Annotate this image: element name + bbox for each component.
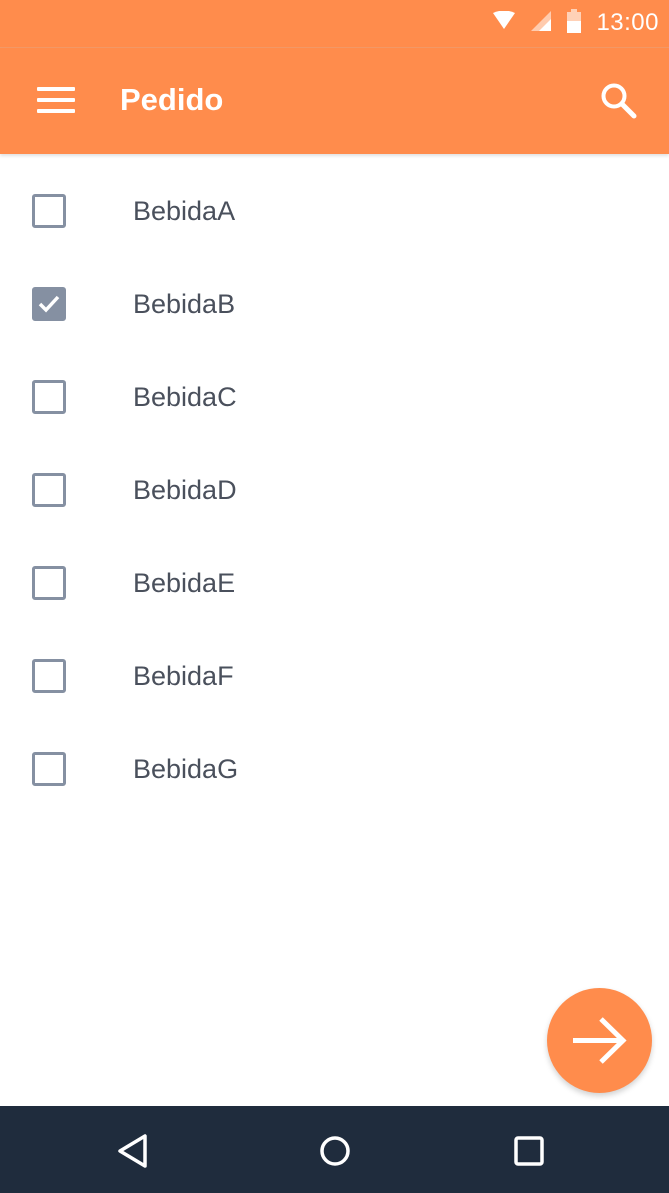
checkbox[interactable] (32, 473, 66, 507)
search-icon[interactable] (599, 81, 639, 121)
list-item[interactable]: BebidaB (0, 258, 669, 351)
checkbox[interactable] (32, 194, 66, 228)
arrow-forward-icon (573, 1017, 627, 1064)
menu-icon[interactable] (37, 85, 77, 115)
status-time: 13:00 (596, 9, 659, 36)
item-label: BebidaF (133, 661, 234, 691)
status-bar: 13:00 (0, 0, 669, 48)
item-label: BebidaE (133, 568, 236, 598)
item-label: BebidaB (133, 289, 236, 319)
list-item[interactable]: BebidaE (0, 537, 669, 630)
checkbox[interactable] (32, 659, 66, 693)
item-label: BebidaG (133, 754, 239, 784)
battery-icon (566, 8, 582, 38)
recents-icon[interactable] (507, 1129, 551, 1173)
back-icon[interactable] (112, 1129, 156, 1173)
home-icon[interactable] (313, 1129, 357, 1173)
item-label: BebidaC (133, 382, 237, 412)
list-item[interactable]: BebidaG (0, 723, 669, 816)
wifi-icon (492, 10, 516, 36)
list-item[interactable]: BebidaF (0, 630, 669, 723)
screen: 13:00 Pedido BebidaA BebidaB BebidaC Beb… (0, 0, 669, 1193)
list-item[interactable]: BebidaC (0, 351, 669, 444)
checkbox[interactable] (32, 287, 66, 321)
list-item[interactable]: BebidaA (0, 165, 669, 258)
app-bar: Pedido (0, 48, 669, 154)
system-nav-bar (0, 1106, 669, 1193)
checkbox[interactable] (32, 380, 66, 414)
status-icons: 13:00 (492, 0, 659, 46)
drink-list: BebidaA BebidaB BebidaC BebidaD BebidaE (0, 165, 669, 816)
checkbox[interactable] (32, 566, 66, 600)
item-label: BebidaD (133, 475, 237, 505)
page-title: Pedido (120, 82, 224, 117)
list-item[interactable]: BebidaD (0, 444, 669, 537)
next-fab-button[interactable] (547, 988, 652, 1093)
cell-signal-icon (530, 10, 552, 37)
checkbox[interactable] (32, 752, 66, 786)
item-label: BebidaA (133, 196, 236, 226)
